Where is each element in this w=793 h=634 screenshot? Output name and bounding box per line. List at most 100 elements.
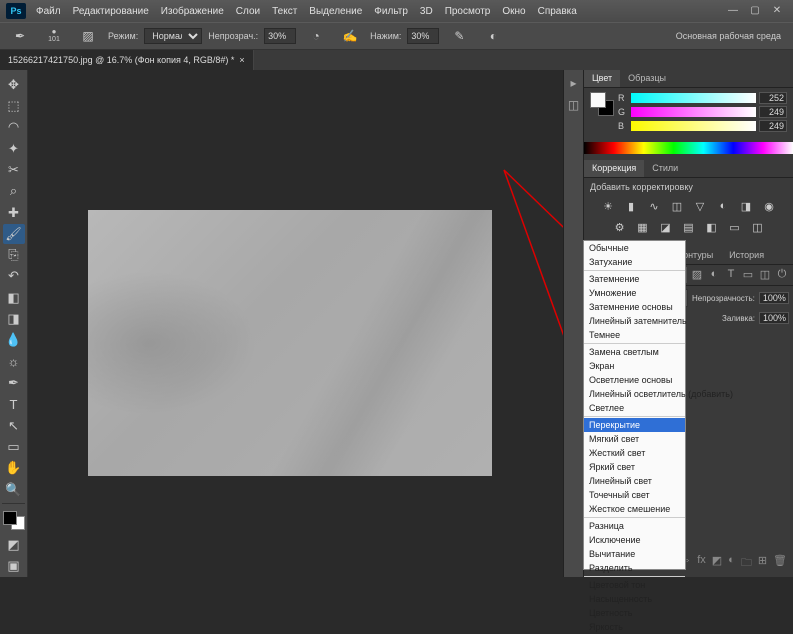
document-canvas[interactable] [88,210,492,476]
crop-tool-icon[interactable]: ✂ [3,160,25,179]
levels-adj-icon[interactable]: ▮ [622,200,640,216]
shape-tool-icon[interactable]: ▭ [3,437,25,456]
menu-изображение[interactable]: Изображение [155,4,230,19]
filter-shape-icon[interactable]: ▭ [741,268,755,282]
fx-icon[interactable]: fx [697,554,706,573]
blend-option[interactable]: Цветовой тон [584,578,685,592]
b-value[interactable]: 249 [759,120,787,132]
tab-swatches[interactable]: Образцы [620,70,674,87]
color-selector-swatches[interactable] [590,92,614,116]
close-button[interactable]: ✕ [767,3,787,19]
layer-fill-input[interactable]: 100% [759,312,789,324]
blur-tool-icon[interactable]: 💧 [3,331,25,350]
menu-справка[interactable]: Справка [532,4,583,19]
flow-input[interactable] [407,28,439,44]
brush-preset-icon[interactable]: ✒ [6,25,34,47]
invert-adj-icon[interactable]: ◪ [657,221,675,237]
mask-icon[interactable]: ◩ [712,554,722,573]
blend-option[interactable]: Жесткий свет [584,446,685,460]
menu-фильтр[interactable]: Фильтр [368,4,414,19]
blend-option[interactable]: Перекрытие [584,418,685,432]
blend-option[interactable]: Экран [584,359,685,373]
blend-mode-dropdown[interactable]: ОбычныеЗатуханиеЗатемнениеУмножениеЗатем… [583,240,686,570]
brush-size-picker[interactable]: ●101 [40,25,68,47]
foreground-background-swatches[interactable] [3,511,25,530]
blend-option[interactable]: Исключение [584,533,685,547]
blend-option[interactable]: Цветность [584,606,685,620]
menu-редактирование[interactable]: Редактирование [67,4,155,19]
trash-icon[interactable]: 🗑 [773,554,787,573]
filter-pixel-icon[interactable]: ▨ [690,268,704,282]
pen-tool-icon[interactable]: ✒ [3,373,25,392]
mode-select[interactable]: Нормал... [144,28,202,44]
gradient-tool-icon[interactable]: ◨ [3,309,25,328]
hand-tool-icon[interactable]: ✋ [3,459,25,478]
opacity-input[interactable] [264,28,296,44]
adj-layer-icon[interactable]: ◐ [728,554,735,573]
blend-option[interactable]: Линейный осветлитель (добавить) [584,387,685,401]
filter-smart-icon[interactable]: ◫ [758,268,772,282]
blend-option[interactable]: Светлее [584,401,685,415]
blend-option[interactable]: Вычитание [584,547,685,561]
path-tool-icon[interactable]: ↖ [3,416,25,435]
tab-styles[interactable]: Стили [644,160,686,177]
healing-tool-icon[interactable]: ✚ [3,203,25,222]
pressure-size-icon[interactable]: ✎ [445,25,473,47]
document-tab[interactable]: 15266217421750.jpg @ 16.7% (Фон копия 4,… [0,50,254,70]
photo-filter-adj-icon[interactable]: ◉ [760,200,778,216]
blend-option[interactable]: Линейный свет [584,474,685,488]
bw-adj-icon[interactable]: ◨ [737,200,755,216]
zoom-tool-icon[interactable]: 🔍 [3,480,25,499]
g-slider[interactable] [631,107,756,117]
move-tool-icon[interactable]: ✥ [3,75,25,94]
brush-panel-icon[interactable]: ▨ [74,25,102,47]
menu-3d[interactable]: 3D [414,4,439,19]
history-brush-tool-icon[interactable]: ↶ [3,267,25,286]
menu-слои[interactable]: Слои [230,4,266,19]
blend-option[interactable]: Разделить [584,561,685,575]
curves-adj-icon[interactable]: ∿ [645,200,663,216]
r-value[interactable]: 252 [759,92,787,104]
blend-option[interactable]: Жесткое смешение [584,502,685,516]
blend-option[interactable]: Умножение [584,286,685,300]
blend-option[interactable]: Осветление основы [584,373,685,387]
menu-текст[interactable]: Текст [266,4,303,19]
menu-просмотр[interactable]: Просмотр [439,4,497,19]
blend-option[interactable]: Затемнение [584,272,685,286]
quick-mask-icon[interactable]: ◩ [3,535,25,554]
selective-adj-icon[interactable]: ◫ [749,221,767,237]
screen-mode-icon[interactable]: ▣ [3,557,25,576]
canvas-area[interactable] [28,70,563,577]
tab-history[interactable]: История [721,247,772,264]
channel-mixer-adj-icon[interactable]: ⚙ [611,221,629,237]
layer-opacity-input[interactable]: 100% [759,292,789,304]
blend-option[interactable]: Затемнение основы [584,300,685,314]
blend-option[interactable]: Насыщенность [584,592,685,606]
blend-option[interactable]: Обычные [584,241,685,255]
stamp-tool-icon[interactable]: ⎘ [3,246,25,265]
vibrance-adj-icon[interactable]: ▽ [691,200,709,216]
blend-option[interactable]: Точечный свет [584,488,685,502]
airbrush-icon[interactable]: ✍ [336,25,364,47]
panel-icon[interactable]: ◫ [566,98,582,114]
blend-option[interactable]: Линейный затемнитель [584,314,685,328]
pressure-opacity-icon[interactable]: ◔ [302,25,330,47]
expand-panel-icon[interactable]: ▸ [566,76,582,92]
type-tool-icon[interactable]: T [3,395,25,414]
hue-adj-icon[interactable]: ◐ [714,200,732,216]
workspace-label[interactable]: Основная рабочая среда [676,31,781,41]
r-slider[interactable] [631,93,756,103]
group-icon[interactable]: 🗀 [741,554,752,573]
new-layer-icon[interactable]: ⊞ [758,554,767,573]
close-tab-icon[interactable]: × [239,55,244,65]
filter-adj-icon[interactable]: ◐ [707,268,721,282]
lasso-tool-icon[interactable]: ◠ [3,118,25,137]
eraser-tool-icon[interactable]: ◧ [3,288,25,307]
lookup-adj-icon[interactable]: ▦ [634,221,652,237]
posterize-adj-icon[interactable]: ▤ [680,221,698,237]
blend-option[interactable]: Замена светлым [584,345,685,359]
brightness-adj-icon[interactable]: ☀ [599,200,617,216]
blend-option[interactable]: Темнее [584,328,685,342]
menu-окно[interactable]: Окно [496,4,531,19]
menu-файл[interactable]: Файл [30,4,67,19]
